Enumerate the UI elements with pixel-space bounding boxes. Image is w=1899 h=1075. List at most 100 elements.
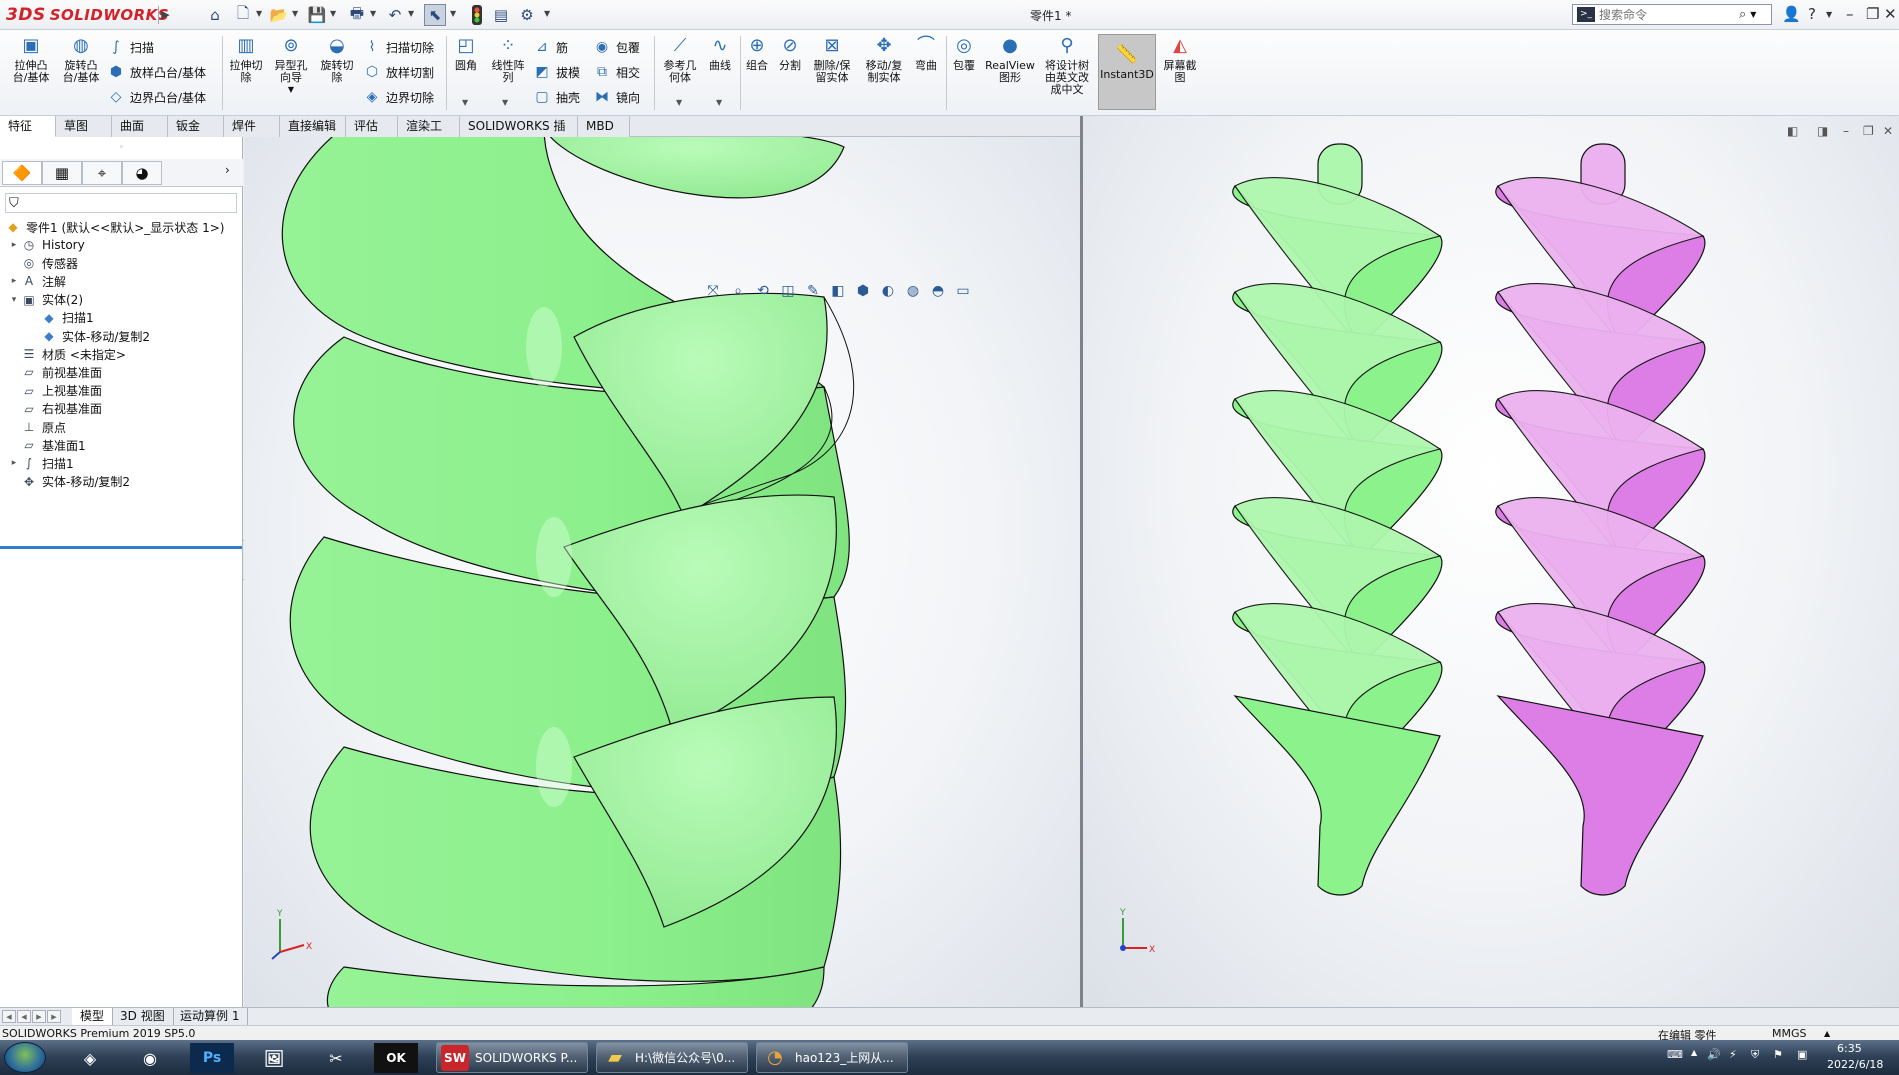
draft-button[interactable]: ◩ 拔模 (532, 61, 580, 83)
filter-icon[interactable]: ⛉ (9, 196, 19, 211)
viewport-minimize-icon[interactable]: – (1843, 124, 1849, 138)
restore-window-icon[interactable]: ❐ (1866, 5, 1879, 23)
panel-grip[interactable]: ◦ (0, 137, 243, 159)
mirror-button[interactable]: ⧓ 镜向 (592, 86, 640, 108)
antivirus-icon[interactable]: ⛨ (1751, 1048, 1759, 1062)
keyboard-icon[interactable]: ⌨ (1667, 1048, 1683, 1061)
tab-evaluate[interactable]: 评估 (346, 116, 398, 137)
hole-wizard-caret-icon[interactable]: ▼ (288, 84, 294, 96)
combine-button[interactable]: ⊕ 组合 (742, 34, 772, 72)
delete-keep-body-button[interactable]: ⊠ 删除/保 留实体 (808, 34, 856, 84)
clock-date[interactable]: 2022/6/18 (1827, 1058, 1883, 1071)
tray-caret-icon[interactable]: ▲ (1691, 1048, 1697, 1057)
home-icon[interactable]: ⌂ (204, 4, 226, 26)
pattern-caret-icon[interactable]: ▼ (502, 98, 508, 107)
instant3d-button[interactable]: 📏 Instant3D (1098, 34, 1156, 110)
wrap-small-button[interactable]: ◉ 包覆 (592, 36, 640, 58)
curves-button[interactable]: ∿ 曲线 (704, 34, 736, 72)
configuration-manager-tab-icon[interactable]: ⌖ (82, 161, 122, 185)
undo-caret-icon[interactable]: ▼ (408, 9, 414, 18)
expand-arrow-icon[interactable]: ▾ (8, 295, 20, 305)
loft-boss-button[interactable]: ⬢ 放样凸台/基体 (106, 61, 206, 83)
notification-icon[interactable]: ⚑ (1773, 1048, 1783, 1061)
move-copy-body-button[interactable]: ✥ 移动/复 制实体 (860, 34, 908, 84)
task-browser[interactable]: ◔ hao123_上网从... (756, 1042, 908, 1073)
search-commands-box[interactable]: >_ ⌕ ▼ (1572, 4, 1772, 25)
reference-geometry-button[interactable]: ⟋ 参考几 何体 (658, 34, 702, 84)
photoshop-icon[interactable]: Ps (190, 1043, 234, 1073)
save-caret-icon[interactable]: ▼ (330, 9, 336, 18)
rebuild-traffic-light-icon[interactable] (466, 4, 488, 26)
print-caret-icon[interactable]: ▼ (370, 9, 376, 18)
pinned-ok-app-icon[interactable]: OK (374, 1043, 418, 1073)
tab-surfaces[interactable]: 曲面 (112, 116, 168, 137)
open-folder-icon[interactable]: 📂 (268, 4, 290, 26)
file-properties-icon[interactable]: ▤ (490, 4, 512, 26)
expand-arrow-icon[interactable]: ▸ (8, 240, 20, 250)
extrude-boss-button[interactable]: ▣ 拉伸凸 台/基体 (8, 34, 54, 84)
view-orientation-icon[interactable]: ◧ (827, 283, 849, 299)
translate-tree-button[interactable]: ⚲ 将设计树 由英文改 成中文 (1040, 34, 1094, 96)
display-style-icon[interactable]: ⬢ (852, 283, 874, 299)
undo-icon[interactable]: ↶ (384, 4, 406, 26)
tab-sketch[interactable]: 草图 (56, 116, 112, 137)
pinned-app-icon[interactable]: ◈ (68, 1043, 112, 1073)
options-caret-icon[interactable]: ▼ (544, 9, 550, 18)
save-icon[interactable]: 💾 (306, 4, 328, 26)
viewport-restore-icon[interactable]: ❐ (1863, 124, 1874, 138)
zoom-to-area-icon[interactable]: ⌕ (727, 283, 749, 299)
network-icon[interactable]: ⚡ (1729, 1048, 1737, 1061)
auger-magenta-body[interactable] (1495, 143, 1706, 896)
linear-pattern-button[interactable]: ⁘ 线性阵 列 (486, 34, 530, 84)
edit-appearance-icon[interactable]: ◍ (902, 283, 924, 299)
tab-solidworks-addins[interactable]: SOLIDWORKS 插件 (460, 116, 578, 154)
hide-show-items-icon[interactable]: ◐ (877, 283, 899, 299)
select-pointer-icon[interactable]: ⬉ (424, 4, 446, 26)
next-tab-arrow-icon[interactable]: ▶ (32, 1010, 46, 1023)
print-icon[interactable]: 🖶 (346, 4, 368, 26)
section-view-icon[interactable]: ◫ (777, 283, 799, 299)
view-next-icon[interactable]: ◨ (1817, 124, 1828, 138)
revolve-boss-button[interactable]: ◍ 旋转凸 台/基体 (58, 34, 104, 84)
open-caret-icon[interactable]: ▼ (292, 9, 298, 18)
tab-motion-study[interactable]: 运动算例 1 (172, 1008, 249, 1026)
reference-caret-icon[interactable]: ▼ (676, 98, 682, 107)
help-caret-icon[interactable]: ▼ (1826, 10, 1832, 19)
task-solidworks[interactable]: SW SOLIDWORKS P... (436, 1042, 588, 1073)
dynamic-annotation-icon[interactable]: ✎ (802, 283, 824, 299)
split-button[interactable]: ⊘ 分割 (774, 34, 806, 72)
realview-button[interactable]: ● RealView 图形 (984, 34, 1036, 84)
screen-capture-button[interactable]: ◭ 屏幕截 图 (1160, 34, 1200, 84)
shell-button[interactable]: ▢ 抽壳 (532, 86, 580, 108)
ime-icon[interactable]: ▣ (1797, 1048, 1807, 1061)
minimize-window-icon[interactable]: – (1846, 5, 1854, 23)
expand-arrow-icon[interactable]: ▸ (8, 458, 20, 468)
tree-item[interactable]: ✥ 实体-移动/复制2 (8, 471, 130, 493)
units-caret-icon[interactable]: ▲ (1824, 1029, 1830, 1038)
prev-tab-arrow-icon[interactable]: ◀ (17, 1010, 31, 1023)
pinned-image-viewer-icon[interactable]: 🖼 (252, 1043, 296, 1073)
pinned-browser-icon[interactable]: ◉ (128, 1043, 172, 1073)
tab-sheet-metal[interactable]: 钣金 (168, 116, 224, 137)
new-document-icon[interactable]: 🗋 (232, 4, 254, 26)
apply-scene-icon[interactable]: ◓ (927, 283, 949, 299)
boundary-cut-button[interactable]: ◈ 边界切除 (362, 86, 434, 108)
graphics-viewport-right[interactable]: ◧ ◨ – ❐ ✕ Y X (1083, 116, 1899, 1007)
swept-cut-button[interactable]: ⌇ 扫描切除 (362, 36, 434, 58)
intersect-button[interactable]: ⧉ 相交 (592, 61, 640, 83)
search-icon[interactable]: ⌕ (1739, 7, 1746, 22)
view-previous-icon[interactable]: ◧ (1787, 124, 1798, 138)
clock-time[interactable]: 6:35 (1837, 1042, 1862, 1055)
tab-weldments[interactable]: 焊件 (224, 116, 280, 137)
command-search-icon[interactable]: >_ (1577, 7, 1595, 22)
previous-view-icon[interactable]: ⟲ (752, 283, 774, 299)
boundary-boss-button[interactable]: ◇ 边界凸台/基体 (106, 86, 206, 108)
select-caret-icon[interactable]: ▼ (450, 9, 456, 18)
flex-button[interactable]: ⌒ 弯曲 (910, 34, 942, 72)
view-settings-icon[interactable]: ▭ (952, 283, 974, 299)
menu-expand-arrow[interactable]: ▶ (158, 6, 172, 24)
feature-manager-tab-icon[interactable]: 🔶 (2, 161, 42, 185)
tab-direct-editing[interactable]: 直接编辑 (280, 116, 346, 137)
rib-button[interactable]: ⊿ 筋 (532, 36, 568, 58)
panel-expand-arrow-icon[interactable]: › (225, 163, 230, 177)
